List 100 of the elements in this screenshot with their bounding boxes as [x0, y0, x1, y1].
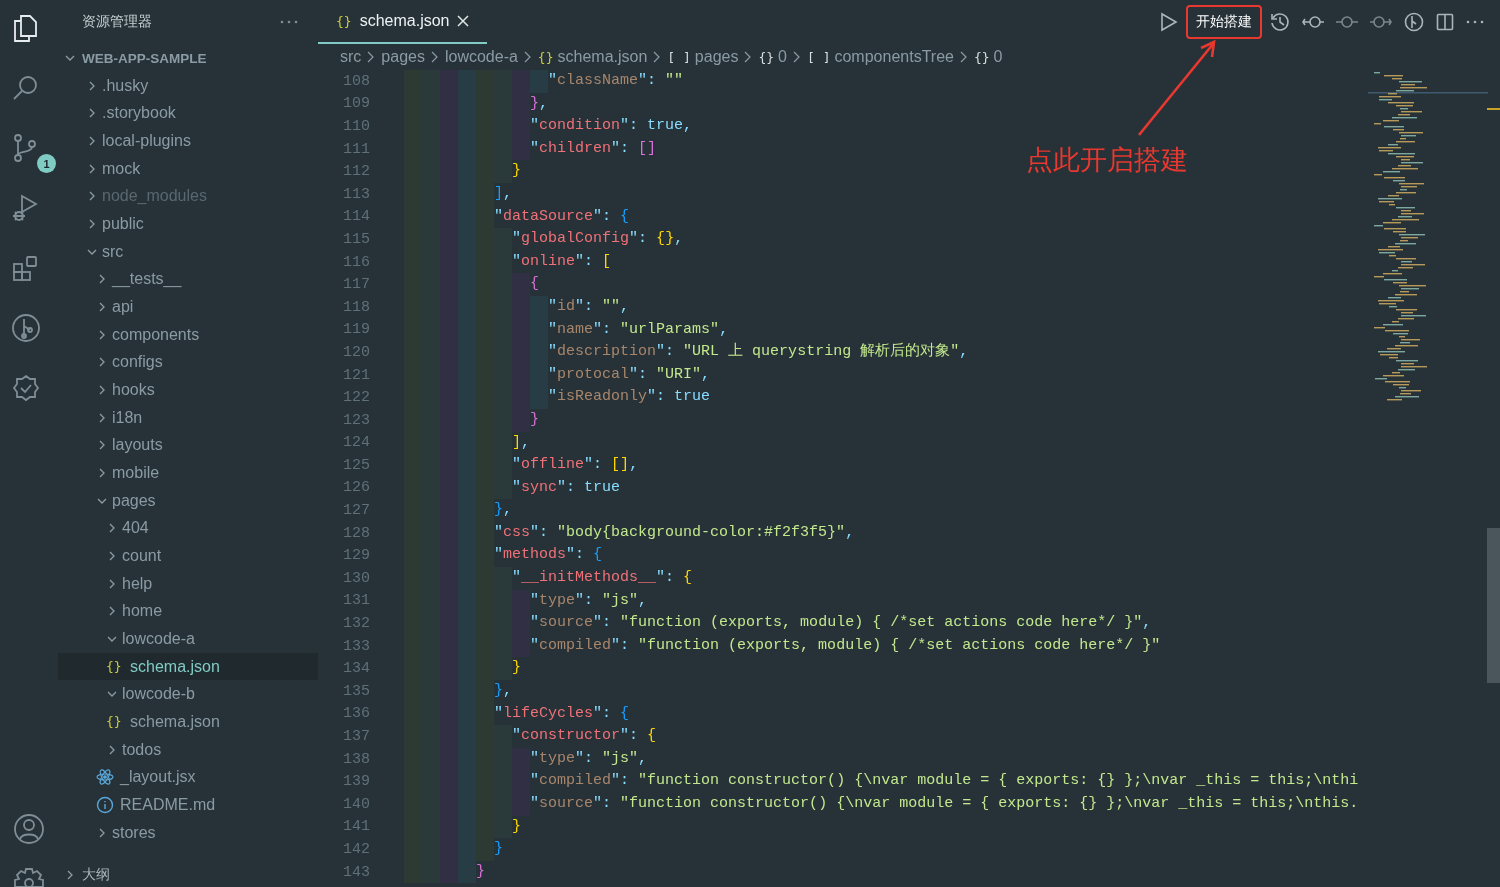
line-number: 117: [342, 276, 370, 294]
line-number: 138: [342, 750, 370, 768]
line-number: 116: [342, 253, 370, 271]
commit-icon[interactable]: [1336, 15, 1358, 29]
line-number: 134: [342, 660, 370, 678]
tree-item[interactable]: layouts: [58, 431, 318, 460]
line-number: 141: [342, 818, 370, 836]
tree-item[interactable]: configs: [58, 348, 318, 377]
breadcrumb-item[interactable]: pages: [381, 48, 425, 66]
line-number: 115: [342, 230, 370, 248]
tree-item[interactable]: api: [58, 293, 318, 321]
line-number: 122: [342, 389, 370, 407]
chevron-icon: [959, 51, 968, 63]
tree-item[interactable]: mobile: [58, 459, 318, 487]
close-icon[interactable]: [457, 15, 470, 27]
line-number: 120: [342, 343, 370, 361]
tree-item[interactable]: home: [58, 597, 318, 626]
tree-item[interactable]: __tests__: [58, 265, 318, 294]
line-number: 142: [342, 841, 370, 858]
more-icon[interactable]: [280, 20, 298, 24]
line-number: 137: [342, 728, 370, 745]
line-number: 112: [342, 163, 370, 181]
atom-icon: [96, 768, 114, 787]
outline-header[interactable]: 大纲: [58, 862, 318, 887]
line-number: 129: [342, 547, 370, 565]
tree-item[interactable]: README.md: [58, 791, 318, 819]
project-header[interactable]: WEB-APP-SAMPLE: [58, 44, 318, 72]
line-number: 111: [342, 140, 370, 158]
line-number: 123: [342, 411, 370, 429]
info-icon: [96, 795, 114, 814]
badge-check-icon[interactable]: [10, 372, 42, 404]
notification-badge: 1: [37, 154, 56, 173]
settings-icon[interactable]: [13, 867, 45, 887]
breadcrumb-item[interactable]: lowcode-a: [444, 48, 518, 66]
chevron-icon: [793, 51, 801, 63]
split-editor-icon[interactable]: [1436, 13, 1454, 31]
line-number: 109: [342, 95, 370, 113]
editor-tab[interactable]: {} schema.json: [318, 0, 488, 44]
line-number: 130: [342, 569, 370, 587]
breadcrumb-item[interactable]: src: [340, 48, 362, 66]
tree-item[interactable]: lowcode-b: [58, 680, 318, 709]
line-number: 126: [342, 479, 370, 497]
tree-item[interactable]: i18n: [58, 403, 318, 432]
line-number: 133: [342, 637, 370, 655]
line-number: 143: [342, 863, 370, 881]
run-icon[interactable]: [1160, 12, 1178, 32]
line-number: 127: [342, 502, 370, 520]
tree-item[interactable]: hooks: [58, 376, 318, 404]
graph-icon[interactable]: [10, 312, 42, 344]
more-icon[interactable]: [1466, 20, 1484, 24]
chevron-icon: [430, 51, 439, 63]
scrollbar-thumb[interactable]: [1487, 528, 1500, 683]
scroll-marker: [1487, 108, 1500, 110]
breadcrumb-item[interactable]: {} 0: [758, 48, 787, 66]
line-number: 121: [342, 366, 370, 384]
line-number: 139: [342, 773, 370, 791]
tree-item[interactable]: local-plugins: [58, 127, 318, 155]
breadcrumb-item[interactable]: [ ] pages: [667, 48, 739, 66]
line-number: 136: [342, 705, 370, 723]
chevron-icon: [744, 51, 753, 63]
line-number: 110: [342, 118, 370, 135]
tree-item[interactable]: 404: [58, 514, 318, 543]
line-number: 140: [342, 795, 370, 813]
line-number: 118: [342, 298, 370, 316]
chevron-icon: [523, 51, 532, 63]
line-number: 128: [342, 524, 370, 542]
breadcrumb-item[interactable]: {} 0: [973, 48, 1003, 66]
line-number: 114: [342, 208, 370, 226]
tree-item[interactable]: lowcode-a: [58, 625, 318, 653]
tree-item[interactable]: count: [58, 542, 318, 570]
tree-item[interactable]: components: [58, 320, 318, 349]
annotation-text: 点此开启搭建: [1026, 144, 1188, 177]
line-number: 132: [342, 615, 370, 633]
tree-item[interactable]: mock: [58, 154, 318, 183]
tree-item[interactable]: help: [58, 569, 318, 598]
line-number: 124: [342, 434, 370, 452]
line-number: 113: [342, 185, 370, 203]
account-icon[interactable]: [13, 813, 45, 845]
tree-item[interactable]: _layout.jsx: [58, 763, 318, 792]
tree-item[interactable]: .husky: [58, 72, 318, 100]
line-number: 131: [342, 592, 370, 610]
commit-back-icon[interactable]: [1302, 15, 1324, 29]
line-number: 119: [342, 321, 370, 339]
commit-forward-icon[interactable]: [1370, 15, 1392, 29]
tree-item[interactable]: .storybook: [58, 99, 318, 128]
breadcrumb-item[interactable]: {} schema.json: [537, 48, 648, 66]
tree-item[interactable]: public: [58, 210, 318, 238]
explorer-title: 资源管理器: [82, 13, 152, 31]
tree-item[interactable]: src: [58, 237, 318, 266]
tree-item[interactable]: {} schema.json: [58, 708, 318, 736]
line-number: 125: [342, 456, 370, 474]
tree-item[interactable]: todos: [58, 735, 318, 764]
tree-item[interactable]: pages: [58, 486, 318, 515]
chevron-icon: [653, 51, 662, 63]
history-icon[interactable]: [1270, 12, 1290, 32]
breadcrumb-item[interactable]: [ ] componentsTree: [807, 48, 954, 66]
graph-icon[interactable]: [1404, 12, 1424, 32]
tree-item[interactable]: stores: [58, 818, 318, 847]
tree-item[interactable]: {} schema.json: [58, 652, 318, 681]
line-number: 108: [342, 72, 370, 90]
